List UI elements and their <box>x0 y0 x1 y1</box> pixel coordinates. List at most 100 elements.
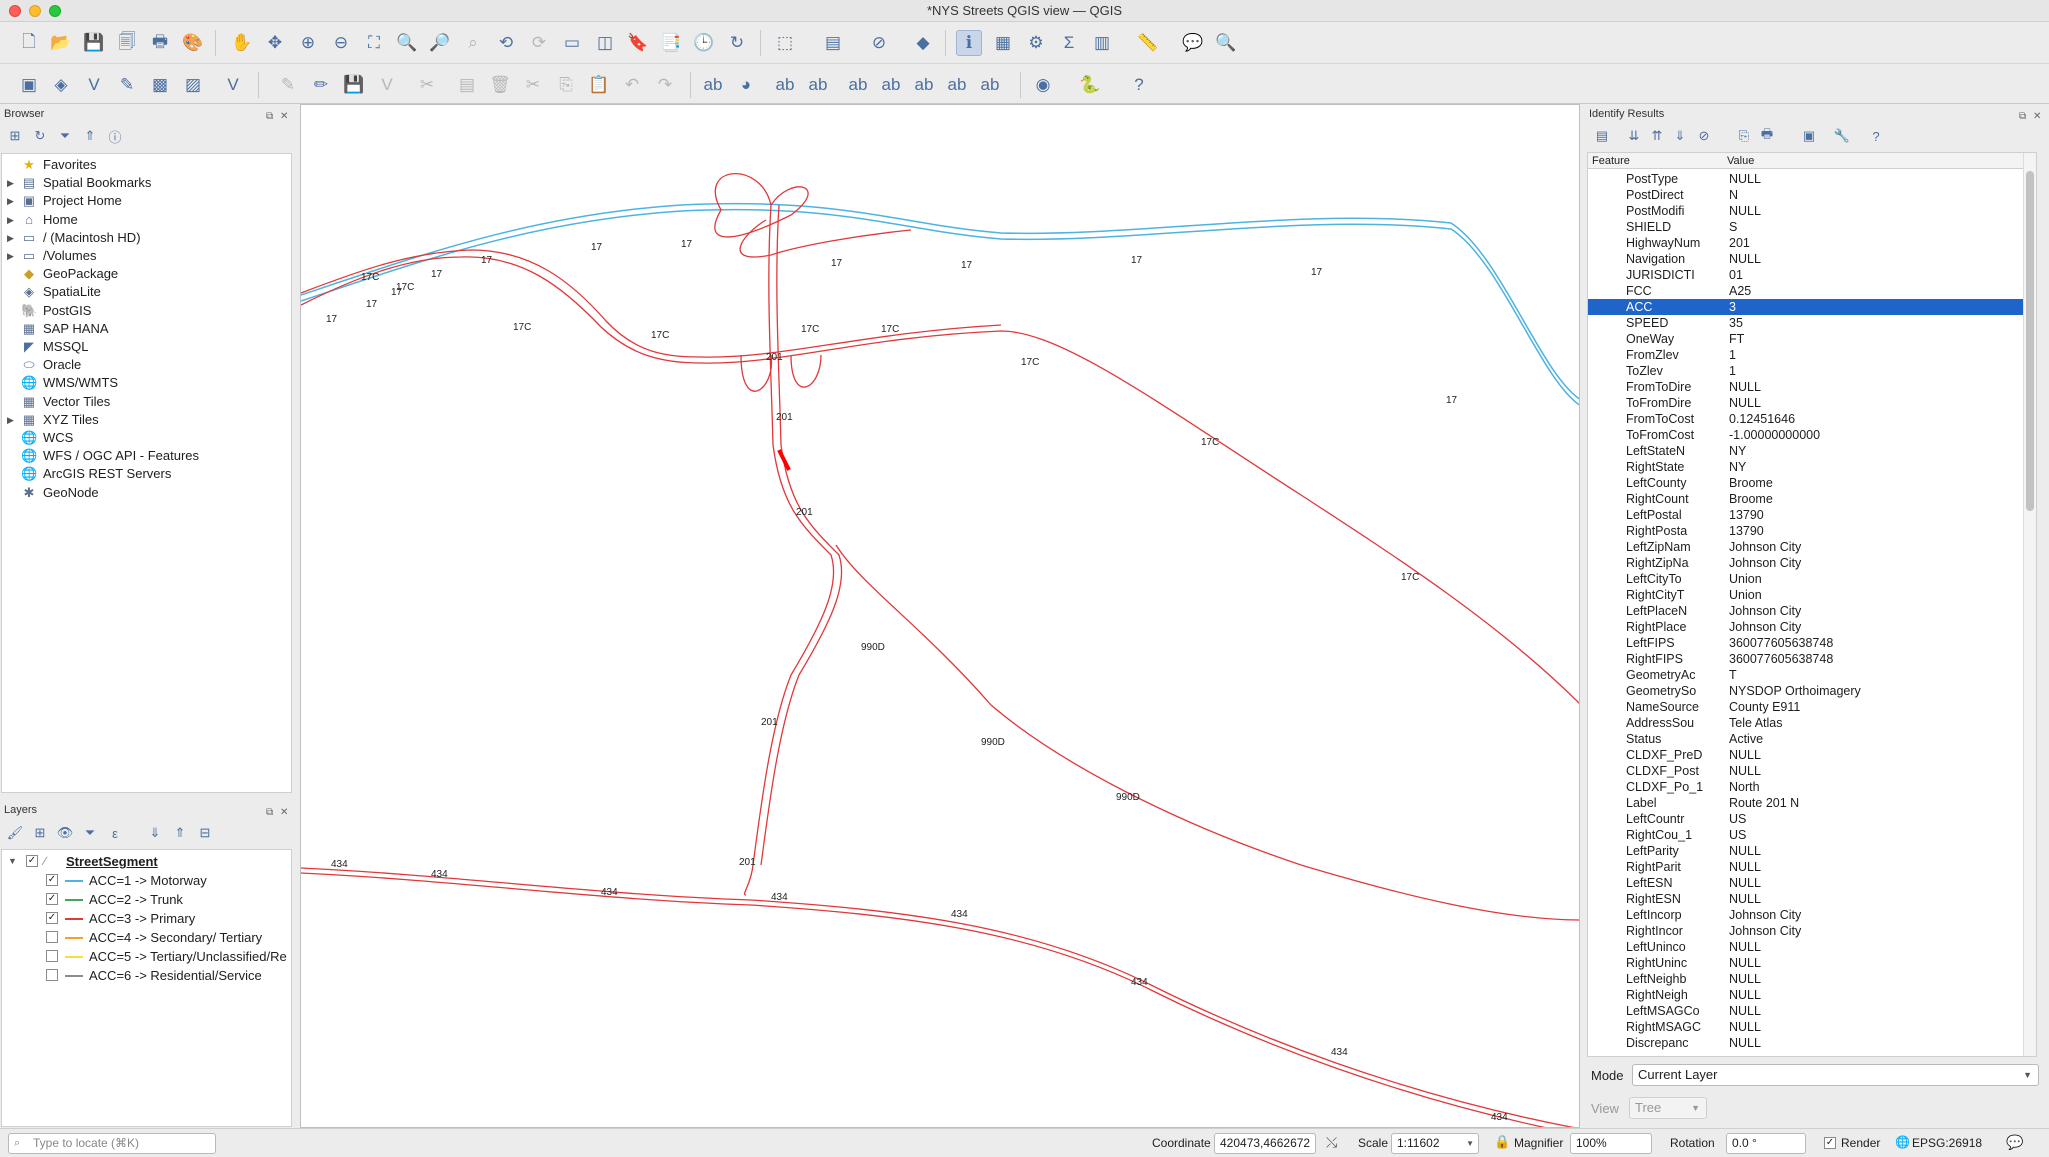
add-group-icon[interactable]: ⊞ <box>31 824 49 842</box>
attribute-row[interactable]: OneWay FT <box>1588 331 2024 347</box>
layer-visibility-checkbox[interactable]: ✓ <box>26 855 38 867</box>
show-hide-labels-icon[interactable]: ab <box>845 72 871 98</box>
add-raster-icon[interactable]: ▩ <box>147 72 173 98</box>
expand-new-results-icon[interactable]: ⇓ <box>1671 127 1689 145</box>
attribute-row[interactable]: ACC 3 <box>1588 299 2024 315</box>
attribute-row[interactable]: ToZlev 1 <box>1588 363 2024 379</box>
locator-search-input[interactable]: ⌕ Type to locate (⌘K) <box>8 1133 216 1154</box>
browser-item[interactable]: ▶ ▭ / (Macintosh HD) <box>2 229 291 247</box>
clear-results-icon[interactable]: ⊘ <box>1695 127 1713 145</box>
processing-toolbox-icon[interactable]: ⚙ <box>1023 30 1049 56</box>
legend-item-checkbox[interactable] <box>46 969 58 981</box>
attribute-row[interactable]: AddressSou Tele Atlas <box>1588 715 2024 731</box>
expand-tree-icon[interactable]: ⇊ <box>1625 127 1643 145</box>
annotation-icon[interactable]: ◆ <box>910 30 936 56</box>
legend-item-checkbox[interactable]: ✓ <box>46 874 58 886</box>
coordinate-input[interactable]: 420473,4662672 <box>1214 1133 1316 1154</box>
attribute-row[interactable]: RightPlace Johnson City <box>1588 619 2024 635</box>
diagram-icon[interactable]: ◕ <box>733 72 759 98</box>
zoom-in-icon[interactable]: ⊕ <box>295 30 321 56</box>
expand-arrow-icon[interactable]: ▶ <box>7 247 14 265</box>
attribute-row[interactable]: NameSource County E911 <box>1588 699 2024 715</box>
data-source-manager-icon[interactable]: ▣ <box>16 72 42 98</box>
attribute-row[interactable]: FromToCost 0.12451646 <box>1588 411 2024 427</box>
rotate-label-icon[interactable]: ab <box>911 72 937 98</box>
collapse-tree-icon[interactable]: ⇈ <box>1648 127 1666 145</box>
pin-labels-icon[interactable]: ab <box>805 72 831 98</box>
rotation-spinbox[interactable]: 0.0 ° <box>1726 1133 1806 1154</box>
expand-arrow-icon[interactable]: ▶ <box>7 192 14 210</box>
attribute-row[interactable]: CLDXF_Post NULL <box>1588 763 2024 779</box>
save-as-icon[interactable]: 🗐 <box>114 30 140 56</box>
browser-item[interactable]: ◆ GeoPackage <box>2 265 291 283</box>
attribute-row[interactable]: LeftCountr US <box>1588 811 2024 827</box>
digitize-icon[interactable]: V <box>374 72 400 98</box>
attribute-row[interactable]: Navigation NULL <box>1588 251 2024 267</box>
current-edits-icon[interactable]: ✎ <box>275 72 301 98</box>
attribute-row[interactable]: SHIELD S <box>1588 219 2024 235</box>
attribute-row[interactable]: RightState NY <box>1588 459 2024 475</box>
redo-icon[interactable]: ↷ <box>652 72 678 98</box>
paste-features-icon[interactable]: 📋 <box>586 72 612 98</box>
move-label-icon[interactable]: ab <box>878 72 904 98</box>
float-panel-icon[interactable]: ⧉ <box>266 803 273 823</box>
attribute-row[interactable]: HighwayNum 201 <box>1588 235 2024 251</box>
attribute-row[interactable]: RightUninc NULL <box>1588 955 2024 971</box>
browser-item[interactable]: ▶ ⌂ Home <box>2 211 291 229</box>
mode-select[interactable]: Current Layer ▼ <box>1632 1064 2039 1086</box>
style-manager-icon[interactable]: 🎨 <box>180 30 206 56</box>
zoom-full-icon[interactable]: ⛶ <box>361 30 387 56</box>
browser-item[interactable]: ◤ MSSQL <box>2 338 291 356</box>
browser-item[interactable]: ◈ SpatiaLite <box>2 283 291 301</box>
add-vector-icon[interactable]: V <box>81 72 107 98</box>
attribute-row[interactable]: RightParit NULL <box>1588 859 2024 875</box>
attribute-row[interactable]: Discrepanc NULL <box>1588 1035 2024 1051</box>
attribute-row[interactable]: LeftPlaceN Johnson City <box>1588 603 2024 619</box>
browser-item[interactable]: ▶ ▦ XYZ Tiles <box>2 411 291 429</box>
attribute-row[interactable]: JURISDICTI 01 <box>1588 267 2024 283</box>
attribute-row[interactable]: PostType NULL <box>1588 171 2024 187</box>
manage-themes-icon[interactable]: 👁 <box>56 824 74 842</box>
show-bookmarks-icon[interactable]: 📑 <box>658 30 684 56</box>
attribute-row[interactable]: RightCityT Union <box>1588 587 2024 603</box>
measure-icon[interactable]: 📏 <box>1135 30 1161 56</box>
browser-item[interactable]: ▦ Vector Tiles <box>2 393 291 411</box>
browser-item[interactable]: 🌐 ArcGIS REST Servers <box>2 465 291 483</box>
print-layout-icon[interactable]: 🖶 <box>147 30 173 56</box>
browser-item[interactable]: 🐘 PostGIS <box>2 302 291 320</box>
attribute-row[interactable]: CLDXF_PreD NULL <box>1588 747 2024 763</box>
identify-mode-icon[interactable]: ▣ <box>1800 127 1818 145</box>
attribute-row[interactable]: SPEED 35 <box>1588 315 2024 331</box>
attribute-row[interactable]: GeometryAc T <box>1588 667 2024 683</box>
cut-features-icon[interactable]: ✂ <box>520 72 546 98</box>
browser-item[interactable]: 🌐 WCS <box>2 429 291 447</box>
copy-features-icon[interactable]: ⎘ <box>553 72 579 98</box>
new-map-view-icon[interactable]: ▭ <box>559 30 585 56</box>
browser-item[interactable]: 🌐 WMS/WMTS <box>2 374 291 392</box>
change-label-icon[interactable]: ab <box>944 72 970 98</box>
vertex-tool-icon[interactable]: ✂ <box>414 72 440 98</box>
browser-item[interactable]: 🌐 WFS / OGC API - Features <box>2 447 291 465</box>
add-wms-icon[interactable]: V <box>220 72 246 98</box>
scale-combo[interactable]: 1:11602 ▼ <box>1391 1133 1479 1154</box>
attribute-row[interactable]: LeftStateN NY <box>1588 443 2024 459</box>
expand-arrow-icon[interactable]: ▶ <box>7 174 14 192</box>
attribute-row[interactable]: GeometrySo NYSDOP Orthoimagery <box>1588 683 2024 699</box>
pan-to-selection-icon[interactable]: ✥ <box>262 30 288 56</box>
legend-item[interactable]: ✓ ACC=3 -> Primary <box>42 909 292 928</box>
browser-item[interactable]: ✱ GeoNode <box>2 484 291 502</box>
browser-item[interactable]: ▶ ▭ /Volumes <box>2 247 291 265</box>
copy-feature-icon[interactable]: ⎘ <box>1735 127 1753 145</box>
pan-icon[interactable]: ✋ <box>229 30 255 56</box>
expand-all-icon[interactable]: ⇓ <box>146 824 164 842</box>
new-bookmark-icon[interactable]: 🔖 <box>625 30 651 56</box>
messages-icon[interactable]: 💬 <box>2006 1134 2023 1151</box>
attribute-row[interactable]: LeftUninco NULL <box>1588 939 2024 955</box>
attribute-row[interactable]: LeftParity NULL <box>1588 843 2024 859</box>
deselect-icon[interactable]: ⊘ <box>866 30 892 56</box>
identify-settings-icon[interactable]: 🔧 <box>1833 127 1851 145</box>
attribute-row[interactable]: RightESN NULL <box>1588 891 2024 907</box>
attribute-row[interactable]: FCC A25 <box>1588 283 2024 299</box>
expand-arrow-icon[interactable]: ▶ <box>7 411 14 429</box>
python-console-icon[interactable]: 🐍 <box>1077 72 1103 98</box>
